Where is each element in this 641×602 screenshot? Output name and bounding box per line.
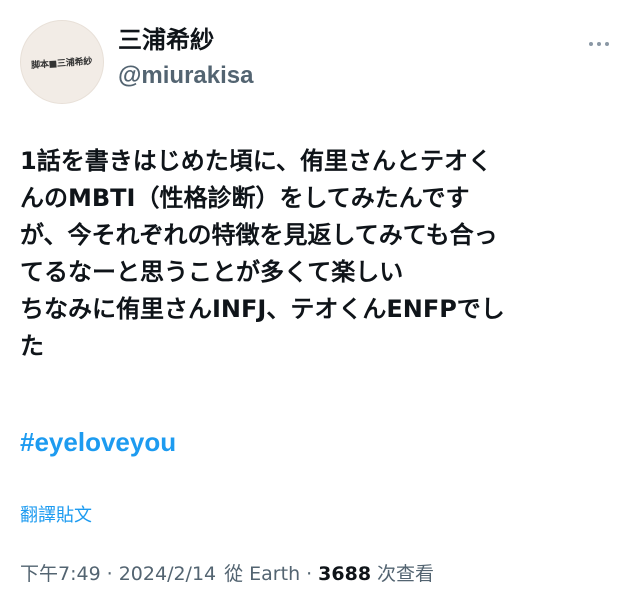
translate-post-link[interactable]: 翻譯貼文: [20, 503, 92, 529]
tweet-text-line: ちなみに侑里さんINFJ、テオくんENFPでし: [20, 295, 505, 323]
author-names: 三浦希紗 @miurakisa: [118, 24, 253, 92]
tweet-source[interactable]: Earth: [249, 559, 300, 589]
author-handle[interactable]: @miurakisa: [118, 60, 253, 92]
tweet-text-line: てるなーと思うことが多くて楽しい: [20, 258, 404, 286]
tweet-date[interactable]: 2024/2/14: [119, 559, 216, 589]
tweet-text-line: 1話を書きはじめた頃に、侑里さんとテオく: [20, 147, 492, 175]
avatar-stamp-text: 脚本■三浦希紗: [31, 56, 93, 71]
more-options-button[interactable]: [584, 32, 614, 56]
tweet-card: 脚本■三浦希紗 三浦希紗 @miurakisa 1話を書きはじめた頃に、侑里さん…: [0, 0, 641, 602]
view-count: 3688: [318, 563, 372, 585]
meta-separator: ·: [106, 563, 113, 585]
view-count-label: 次查看: [377, 563, 435, 585]
tweet-text-line: た: [20, 332, 44, 360]
hashtag-link[interactable]: #eyeloveyou: [20, 425, 176, 459]
author-display-name[interactable]: 三浦希紗: [118, 24, 253, 56]
meta-separator: ·: [306, 563, 313, 585]
avatar[interactable]: 脚本■三浦希紗: [20, 20, 104, 104]
tweet-time[interactable]: 下午7:49: [20, 559, 101, 589]
tweet-text: 1話を書きはじめた頃に、侑里さんとテオく んのMBTI（性格診断）をしてみたんで…: [20, 143, 620, 365]
more-horizontal-icon-dot: [597, 42, 601, 46]
tweet-text-line: が、今それぞれの特徴を見返してみても合っ: [20, 221, 498, 249]
more-horizontal-icon: [589, 42, 593, 46]
more-horizontal-icon-dot: [605, 42, 609, 46]
source-prefix: 從: [224, 563, 244, 585]
tweet-meta: 下午7:49 · 2024/2/14 從 Earth · 3688 次查看: [20, 559, 434, 589]
tweet-header: 脚本■三浦希紗 三浦希紗 @miurakisa: [20, 20, 620, 104]
tweet-text-line: んのMBTI（性格診断）をしてみたんです: [20, 184, 470, 212]
